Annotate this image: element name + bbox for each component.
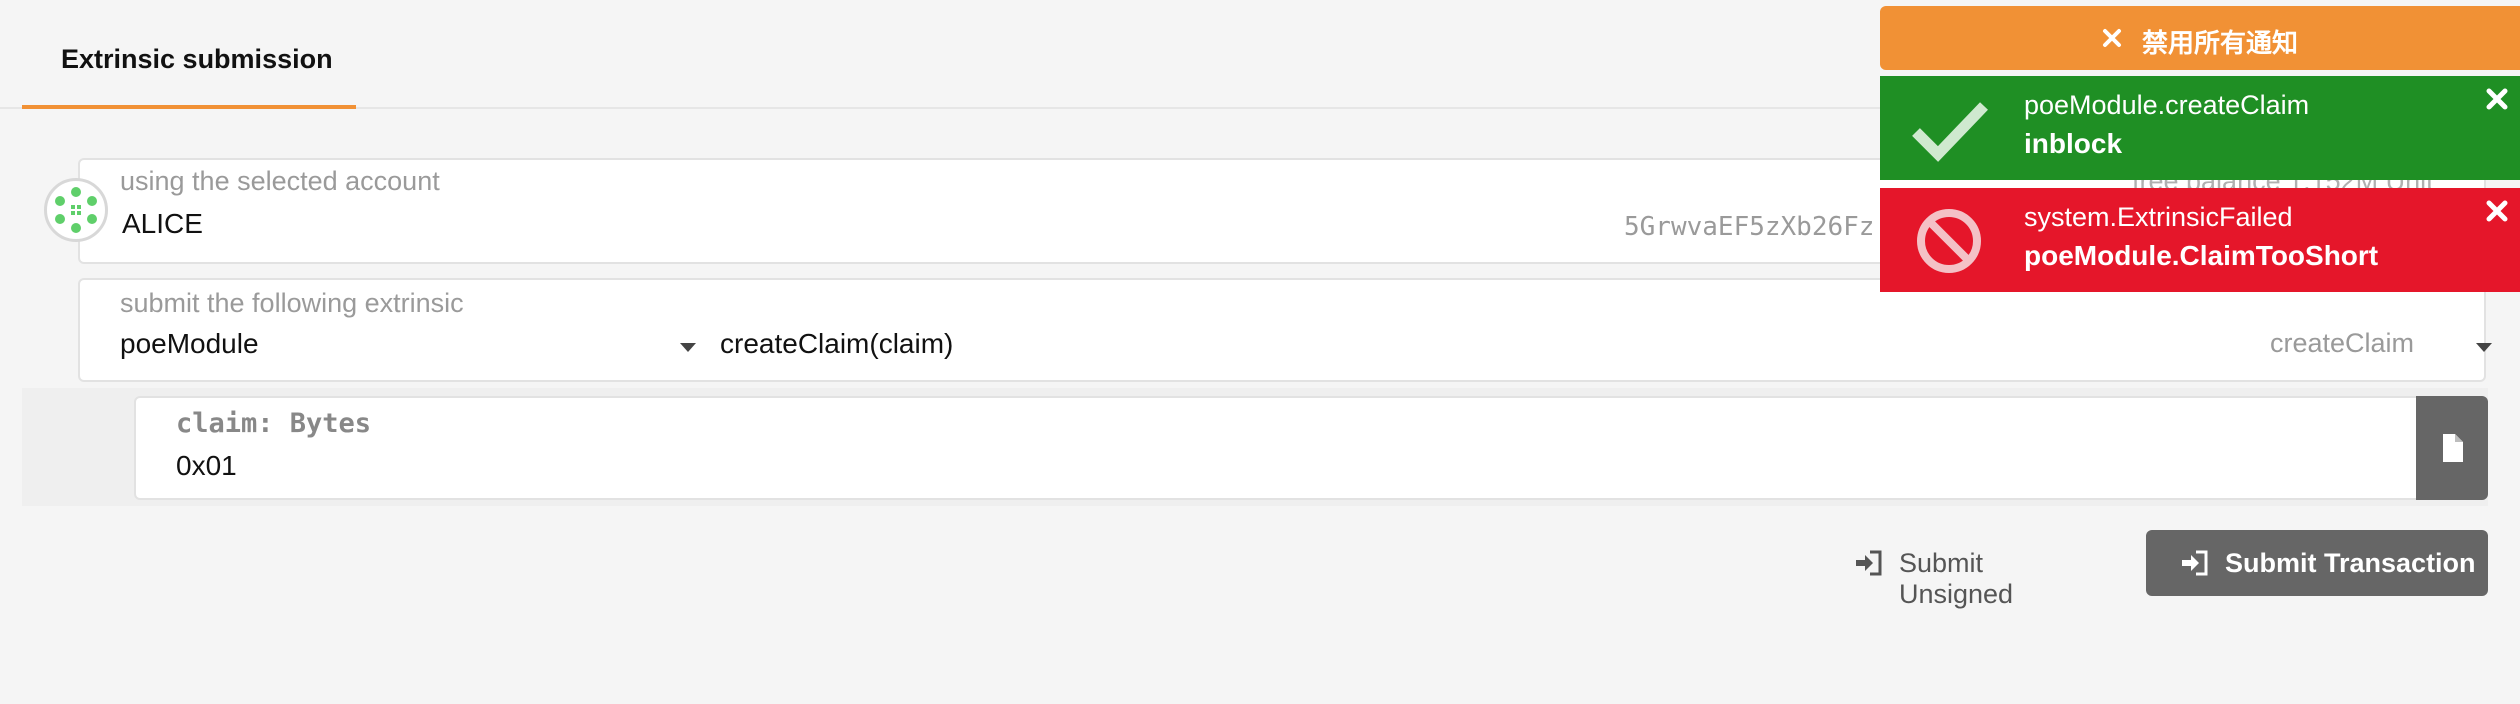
file-upload-button[interactable] <box>2416 396 2488 500</box>
close-icon <box>2103 29 2121 47</box>
error-status: poeModule.ClaimTooShort <box>2024 240 2379 271</box>
ban-icon <box>1917 209 1981 273</box>
file-icon <box>2443 434 2463 462</box>
call-value: createClaim(claim) <box>720 328 954 359</box>
account-label: using the selected account <box>120 166 440 196</box>
tab-label: Extrinsic submission <box>61 44 333 74</box>
claim-input[interactable]: claim: Bytes 0x01 <box>134 396 2488 500</box>
account-address: 5GrwvaEF5zXb26Fz <box>1624 212 1875 242</box>
claim-label: claim: Bytes <box>176 408 372 439</box>
success-title: poeModule.createClaim <box>2024 90 2310 120</box>
success-status: inblock <box>2024 128 2123 159</box>
account-name: ALICE <box>122 208 203 239</box>
submit-transaction-button[interactable]: Submit Transaction <box>2146 530 2488 596</box>
chevron-down-icon <box>680 343 696 352</box>
success-toast: poeModule.createClaim inblock <box>1880 76 2520 180</box>
sign-in-icon <box>2182 550 2208 576</box>
extrinsic-selector: submit the following extrinsic poeModule… <box>78 278 2492 382</box>
submit-unsigned-button[interactable]: Submit Unsigned <box>1848 532 2098 609</box>
submit-transaction-label: Submit Transaction <box>2225 548 2476 578</box>
disable-all-notifications-button[interactable]: 禁用所有通知 <box>1880 6 2520 70</box>
chevron-down-icon <box>2476 343 2492 352</box>
extrinsic-label: submit the following extrinsic <box>120 288 464 318</box>
module-value: poeModule <box>120 328 259 359</box>
tab-extrinsic-submission[interactable]: Extrinsic submission <box>22 0 356 109</box>
close-icon[interactable] <box>2484 198 2510 224</box>
call-method-hint: createClaim <box>2270 328 2415 358</box>
checkmark-icon <box>1912 102 1988 162</box>
error-title: system.ExtrinsicFailed <box>2024 202 2293 232</box>
account-avatar-icon <box>44 178 108 242</box>
module-dropdown[interactable]: poeModule <box>120 328 696 368</box>
call-dropdown[interactable]: createClaim(claim) createClaim <box>720 328 2492 368</box>
close-icon[interactable] <box>2484 86 2510 112</box>
submit-unsigned-label: Submit Unsigned <box>1899 548 2014 609</box>
sign-in-icon <box>1856 550 1882 576</box>
disable-all-label: 禁用所有通知 <box>2142 28 2299 58</box>
claim-value: 0x01 <box>176 450 237 481</box>
error-toast: system.ExtrinsicFailed poeModule.ClaimTo… <box>1880 188 2520 292</box>
